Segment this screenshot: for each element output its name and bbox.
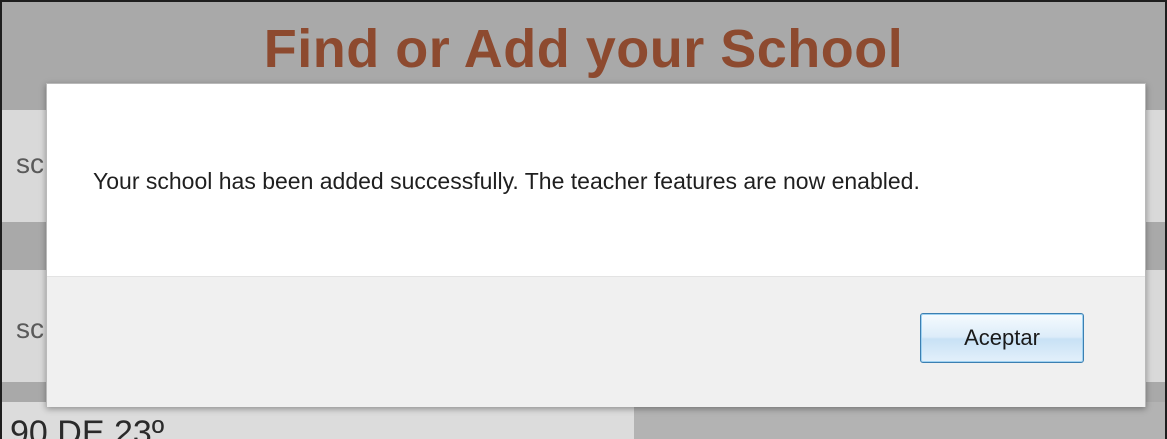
- school-row-label: sc: [16, 313, 44, 344]
- school-row-label: sc: [16, 148, 44, 179]
- page-title: Find or Add your School: [263, 19, 904, 79]
- dialog-message: Your school has been added successfully.…: [93, 168, 920, 194]
- bottom-strip-text: 90 DE 23º: [10, 414, 165, 439]
- ok-button[interactable]: Aceptar: [920, 313, 1084, 363]
- dialog-footer: Aceptar: [47, 276, 1145, 407]
- dialog-body: Your school has been added successfully.…: [47, 84, 1145, 276]
- bottom-strip-right: [634, 402, 1165, 439]
- bottom-strip: 90 DE 23º: [2, 402, 634, 439]
- alert-dialog: Your school has been added successfully.…: [46, 83, 1146, 407]
